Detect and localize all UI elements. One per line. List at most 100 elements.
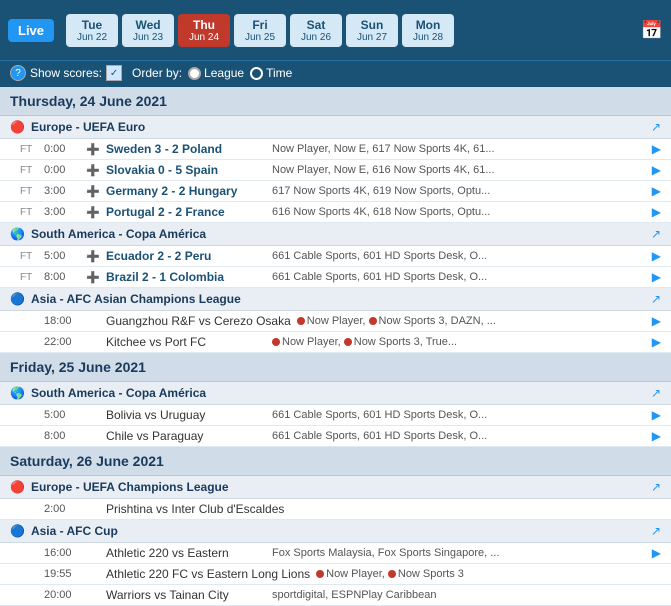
match-row[interactable]: 8:00Chile vs Paraguay661 Cable Sports, 6… xyxy=(0,426,671,447)
match-row[interactable]: 22:00 Kitchee vs Port FC Now Player, Now S… xyxy=(0,332,671,353)
external-link-icon[interactable]: ↗ xyxy=(651,524,661,538)
match-row[interactable]: FT5:00➕Ecuador 2 - 2 Peru661 Cable Sport… xyxy=(0,246,671,267)
day-tab-wed[interactable]: WedJun 23 xyxy=(122,14,174,47)
match-channels: Now Player, Now Sports 3, DAZN, ... xyxy=(297,315,646,327)
league-radio[interactable]: League xyxy=(188,66,244,80)
show-scores-control: ? Show scores: ✓ xyxy=(10,65,122,81)
match-arrow-icon[interactable]: ▶ xyxy=(652,546,661,560)
day-tab-thu[interactable]: ThuJun 24 xyxy=(178,14,230,47)
league-name: South America - Copa América xyxy=(31,227,645,241)
score-icon: ➕ xyxy=(86,250,100,263)
time-radio[interactable]: Time xyxy=(250,66,292,80)
match-time: 16:00 xyxy=(44,547,80,559)
league-region-icon: 🔵 xyxy=(10,524,25,538)
league-header: 🔴Europe - UEFA Euro↗ xyxy=(0,116,671,139)
day-tab-fri[interactable]: FriJun 25 xyxy=(234,14,286,47)
show-scores-checkbox[interactable]: ✓ xyxy=(106,65,122,81)
league-region-icon: 🌎 xyxy=(10,227,25,241)
red-dot-icon xyxy=(316,570,324,578)
match-time: 18:00 xyxy=(44,315,80,327)
match-arrow-icon[interactable]: ▶ xyxy=(652,314,661,328)
question-icon: ? xyxy=(10,65,26,81)
match-time: 8:00 xyxy=(44,271,80,283)
match-row[interactable]: 19:55Athletic 220 FC vs Eastern Long Lio… xyxy=(0,564,671,585)
match-row[interactable]: 2:00Prishtina vs Inter Club d'Escaldes xyxy=(0,499,671,520)
league-header: 🔴Europe - UEFA Champions League↗ xyxy=(0,476,671,499)
external-link-icon[interactable]: ↗ xyxy=(651,292,661,306)
league-region-icon: 🌎 xyxy=(10,386,25,400)
day-tab-sun[interactable]: SunJun 27 xyxy=(346,14,398,47)
date-header: Saturday, 26 June 2021 xyxy=(0,447,671,476)
match-name: Bolivia vs Uruguay xyxy=(106,408,266,422)
match-name: Brazil 2 - 1 Colombia xyxy=(106,270,266,284)
day-tab-tue[interactable]: TueJun 22 xyxy=(66,14,118,47)
match-name: Prishtina vs Inter Club d'Escaldes xyxy=(106,502,284,516)
match-name: Warriors vs Tainan City xyxy=(106,588,266,602)
match-time: 3:00 xyxy=(44,185,80,197)
external-link-icon[interactable]: ↗ xyxy=(651,227,661,241)
match-time: 3:00 xyxy=(44,206,80,218)
match-name: Guangzhou R&F vs Cerezo Osaka xyxy=(106,314,291,328)
match-arrow-icon[interactable]: ▶ xyxy=(652,184,661,198)
match-arrow-icon[interactable]: ▶ xyxy=(652,429,661,443)
external-link-icon[interactable]: ↗ xyxy=(651,386,661,400)
match-row[interactable]: FT0:00➕Slovakia 0 - 5 SpainNow Player, N… xyxy=(0,160,671,181)
match-name: Ecuador 2 - 2 Peru xyxy=(106,249,266,263)
score-icon: ➕ xyxy=(86,185,100,198)
match-time: 5:00 xyxy=(44,409,80,421)
match-channels: 661 Cable Sports, 601 HD Sports Desk, O.… xyxy=(272,271,646,283)
day-tab-mon[interactable]: MonJun 28 xyxy=(402,14,454,47)
match-arrow-icon[interactable]: ▶ xyxy=(652,163,661,177)
match-channels: sportdigital, ESPNPlay Caribbean xyxy=(272,589,661,601)
day-tab-sat[interactable]: SatJun 26 xyxy=(290,14,342,47)
red-dot-icon xyxy=(297,317,305,325)
match-arrow-icon[interactable]: ▶ xyxy=(652,335,661,349)
match-arrow-icon[interactable]: ▶ xyxy=(652,142,661,156)
league-name: Asia - AFC Asian Champions League xyxy=(31,292,645,306)
match-name: Athletic 220 FC vs Eastern Long Lions xyxy=(106,567,310,581)
match-channels: Fox Sports Malaysia, Fox Sports Singapor… xyxy=(272,547,646,559)
date-header: Thursday, 24 June 2021 xyxy=(0,87,671,116)
day-tabs: TueJun 22WedJun 23ThuJun 24FriJun 25SatJ… xyxy=(66,14,635,47)
match-arrow-icon[interactable]: ▶ xyxy=(652,205,661,219)
match-channels: Now Player, Now Sports 3, True... xyxy=(272,336,646,348)
red-dot-icon xyxy=(369,317,377,325)
match-channels: Now Player, Now E, 617 Now Sports 4K, 61… xyxy=(272,143,646,155)
match-row[interactable]: FT0:00➕Sweden 3 - 2 PolandNow Player, No… xyxy=(0,139,671,160)
match-arrow-icon[interactable]: ▶ xyxy=(652,270,661,284)
league-header: 🌎 South America - Copa América ↗ xyxy=(0,223,671,246)
app-container: Live TueJun 22WedJun 23ThuJun 24FriJun 2… xyxy=(0,0,671,606)
match-channels: 661 Cable Sports, 601 HD Sports Desk, O.… xyxy=(272,430,646,442)
league-header: 🔵 Asia - AFC Cup ↗ xyxy=(0,520,671,543)
match-row[interactable]: 16:00 Athletic 220 vs Eastern Fox Sports M… xyxy=(0,543,671,564)
match-name: Kitchee vs Port FC xyxy=(106,335,266,349)
match-status: FT xyxy=(20,165,38,176)
match-row[interactable]: 20:00Warriors vs Tainan Citysportdigital… xyxy=(0,585,671,606)
match-row[interactable]: FT8:00➕Brazil 2 - 1 Colombia661 Cable Sp… xyxy=(0,267,671,288)
match-channels: 661 Cable Sports, 601 HD Sports Desk, O.… xyxy=(272,409,646,421)
external-link-icon[interactable]: ↗ xyxy=(651,480,661,494)
match-channels: Now Player, Now Sports 3 xyxy=(316,568,661,580)
match-row[interactable]: FT3:00➕Portugal 2 - 2 France616 Now Spor… xyxy=(0,202,671,223)
match-row[interactable]: 5:00 Bolivia vs Uruguay 661 Cable Sports, … xyxy=(0,405,671,426)
match-name: Athletic 220 vs Eastern xyxy=(106,546,266,560)
league-name: Asia - AFC Cup xyxy=(31,524,645,538)
external-link-icon[interactable]: ↗ xyxy=(651,120,661,134)
date-header: Friday, 25 June 2021 xyxy=(0,353,671,382)
match-status: FT xyxy=(20,251,38,262)
match-time: 22:00 xyxy=(44,336,80,348)
match-time: 0:00 xyxy=(44,164,80,176)
match-name: Germany 2 - 2 Hungary xyxy=(106,184,266,198)
league-header: 🔵Asia - AFC Asian Champions League↗ xyxy=(0,288,671,311)
red-dot-icon xyxy=(388,570,396,578)
match-row[interactable]: 18:00 Guangzhou R&F vs Cerezo Osaka Now Pl… xyxy=(0,311,671,332)
match-name: Portugal 2 - 2 France xyxy=(106,205,266,219)
calendar-icon[interactable]: 📅 xyxy=(641,20,663,41)
match-row[interactable]: FT3:00➕Germany 2 - 2 Hungary617 Now Spor… xyxy=(0,181,671,202)
match-status: FT xyxy=(20,144,38,155)
match-arrow-icon[interactable]: ▶ xyxy=(652,249,661,263)
league-radio-circle xyxy=(188,67,201,80)
match-time: 8:00 xyxy=(44,430,80,442)
match-arrow-icon[interactable]: ▶ xyxy=(652,408,661,422)
match-status: FT xyxy=(20,186,38,197)
